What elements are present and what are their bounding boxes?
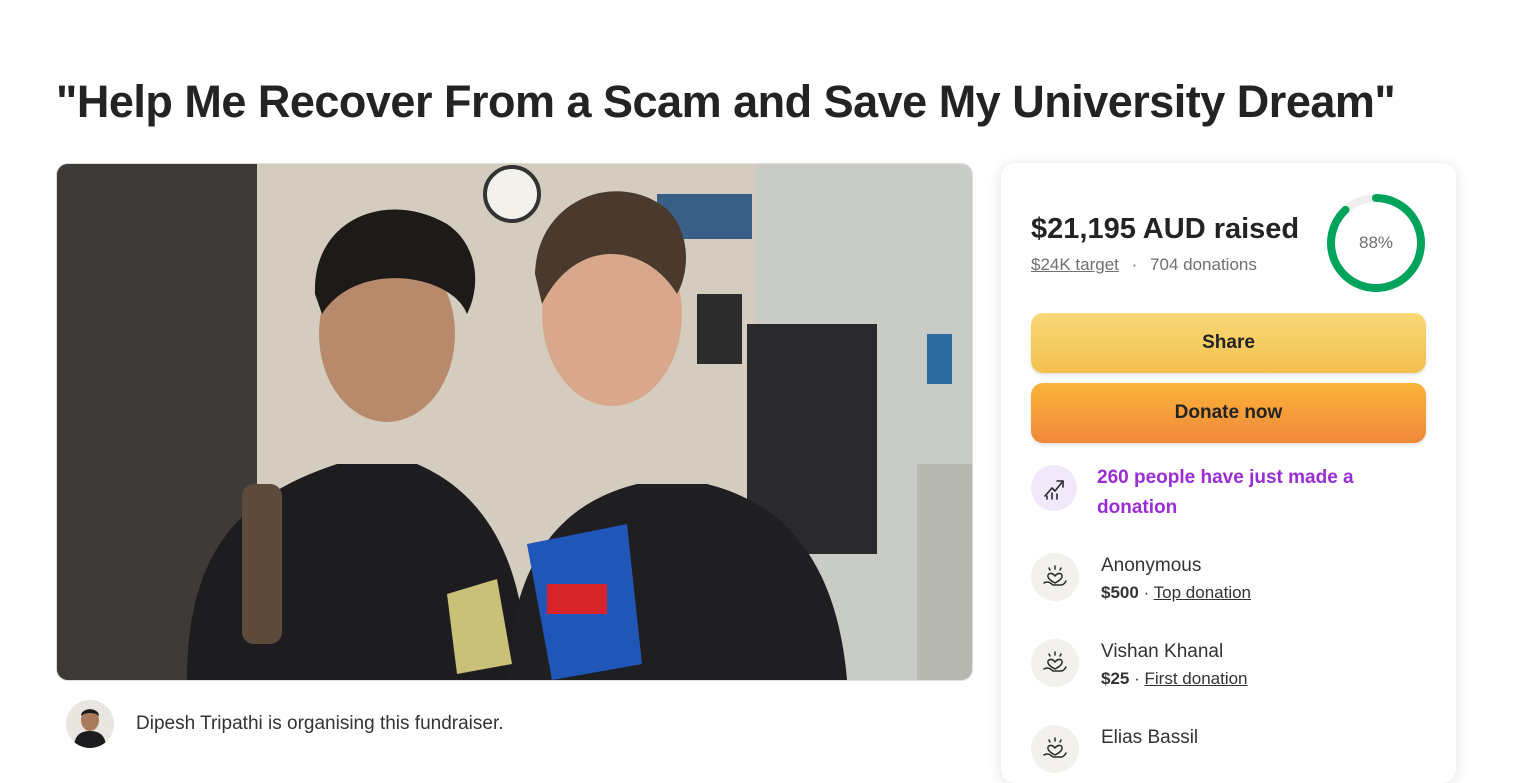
target-link[interactable]: $24K target — [1031, 255, 1119, 274]
heart-hand-icon — [1031, 725, 1079, 773]
donor-name: Anonymous — [1101, 555, 1202, 576]
separator: · — [1143, 583, 1150, 602]
donor-name: Elias Bassil — [1101, 727, 1199, 748]
momentum-text: 260 people have just made a donation — [1097, 467, 1354, 518]
photo-illustration — [57, 164, 972, 680]
donor-tag-link[interactable]: Top donation — [1154, 583, 1251, 602]
donor-item: Vishan Khanal $25 · First donation — [1031, 639, 1248, 689]
donation-momentum: 260 people have just made a donation — [1031, 465, 1387, 523]
organiser-avatar[interactable] — [66, 700, 114, 748]
fundraiser-photo[interactable] — [56, 163, 973, 681]
donor-item: Elias Bassil — [1031, 725, 1198, 773]
donor-item: Anonymous $500 · Top donation — [1031, 553, 1251, 603]
donor-amount: $500 — [1101, 583, 1139, 602]
donor-amount: $25 — [1101, 669, 1130, 688]
donation-count: 704 donations — [1150, 255, 1257, 274]
trending-up-icon — [1031, 465, 1077, 511]
progress-ring: 88% — [1324, 191, 1428, 295]
progress-label: 88% — [1358, 233, 1394, 252]
donor-tag-link[interactable]: First donation — [1145, 669, 1248, 688]
heart-hand-icon — [1031, 639, 1079, 687]
separator: · — [1134, 669, 1140, 688]
separator: · — [1131, 255, 1138, 274]
donation-card: $21,195 AUD raised $24K target · 704 don… — [1001, 163, 1456, 783]
donate-button[interactable]: Donate now — [1031, 383, 1426, 443]
organiser: Dipesh Tripathi is organising this fundr… — [66, 700, 504, 748]
amount-raised: $21,195 AUD raised — [1031, 213, 1300, 245]
page-title: "Help Me Recover From a Scam and Save My… — [56, 76, 1396, 127]
share-button[interactable]: Share — [1031, 313, 1426, 373]
target-summary: $24K target · 704 donations — [1031, 255, 1257, 275]
donor-name: Vishan Khanal — [1101, 641, 1224, 662]
heart-hand-icon — [1031, 553, 1079, 601]
organiser-text: Dipesh Tripathi is organising this fundr… — [136, 713, 504, 734]
